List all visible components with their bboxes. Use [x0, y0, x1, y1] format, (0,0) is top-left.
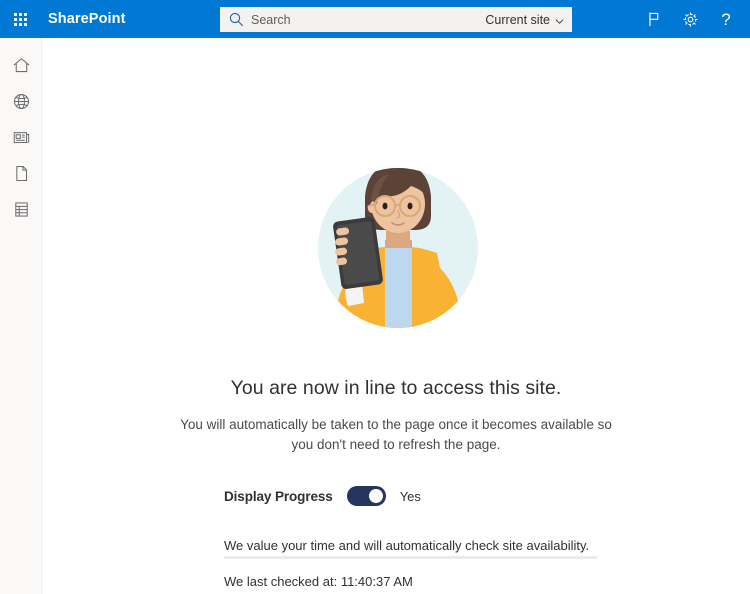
- display-progress-row: Display Progress Yes: [224, 486, 421, 506]
- display-progress-state: Yes: [399, 488, 421, 504]
- left-navigation-rail: [0, 38, 42, 594]
- main-content: You are now in line to access this site.…: [42, 38, 750, 594]
- progress-indicator: [224, 552, 597, 562]
- feedback-button[interactable]: [636, 0, 672, 38]
- settings-button[interactable]: [672, 0, 708, 38]
- availability-note: We value your time and will automaticall…: [224, 538, 590, 553]
- toggle-knob: [368, 489, 383, 503]
- list-table-icon: [12, 200, 31, 219]
- rail-item-news[interactable]: [0, 119, 42, 155]
- brand-sharepoint[interactable]: SharePoint: [48, 11, 126, 27]
- globe-icon: [12, 92, 31, 111]
- home-icon: [12, 56, 31, 75]
- rail-item-home[interactable]: [0, 47, 42, 83]
- chevron-down-icon: [555, 15, 564, 24]
- search-scope-picker[interactable]: Current site: [485, 13, 565, 27]
- page-icon: [12, 164, 31, 183]
- sharepoint-waiting-room-page: SharePoint Current site: [0, 0, 750, 594]
- gear-icon: [682, 11, 699, 28]
- rail-item-sites[interactable]: [0, 83, 42, 119]
- search-box[interactable]: Current site: [220, 7, 572, 32]
- rail-item-files[interactable]: [0, 155, 42, 191]
- page-title: You are now in line to access this site.: [230, 377, 562, 399]
- display-progress-label: Display Progress: [224, 488, 333, 504]
- flag-icon: [646, 11, 663, 28]
- help-button[interactable]: ?: [708, 0, 744, 38]
- page-subtitle: You will automatically be taken to the p…: [180, 417, 612, 452]
- suite-actions: ?: [636, 0, 744, 38]
- person-holding-phone-illustration: [303, 118, 493, 331]
- search-scope-label: Current site: [485, 12, 550, 27]
- news-icon: [12, 128, 31, 147]
- waffle-grid: [13, 12, 27, 26]
- progress-track: [224, 555, 597, 559]
- search-input[interactable]: [245, 8, 486, 31]
- display-progress-toggle[interactable]: [346, 486, 386, 506]
- progress-bar-fill: [321, 556, 537, 559]
- rail-item-lists[interactable]: [0, 191, 42, 227]
- last-checked-timestamp: We last checked at: 11:40:37 AM: [224, 574, 413, 589]
- app-launcher-waffle-icon[interactable]: [0, 0, 40, 38]
- search-icon: [228, 11, 245, 28]
- question-mark-icon: ?: [721, 9, 731, 29]
- suite-header: SharePoint Current site: [0, 0, 750, 38]
